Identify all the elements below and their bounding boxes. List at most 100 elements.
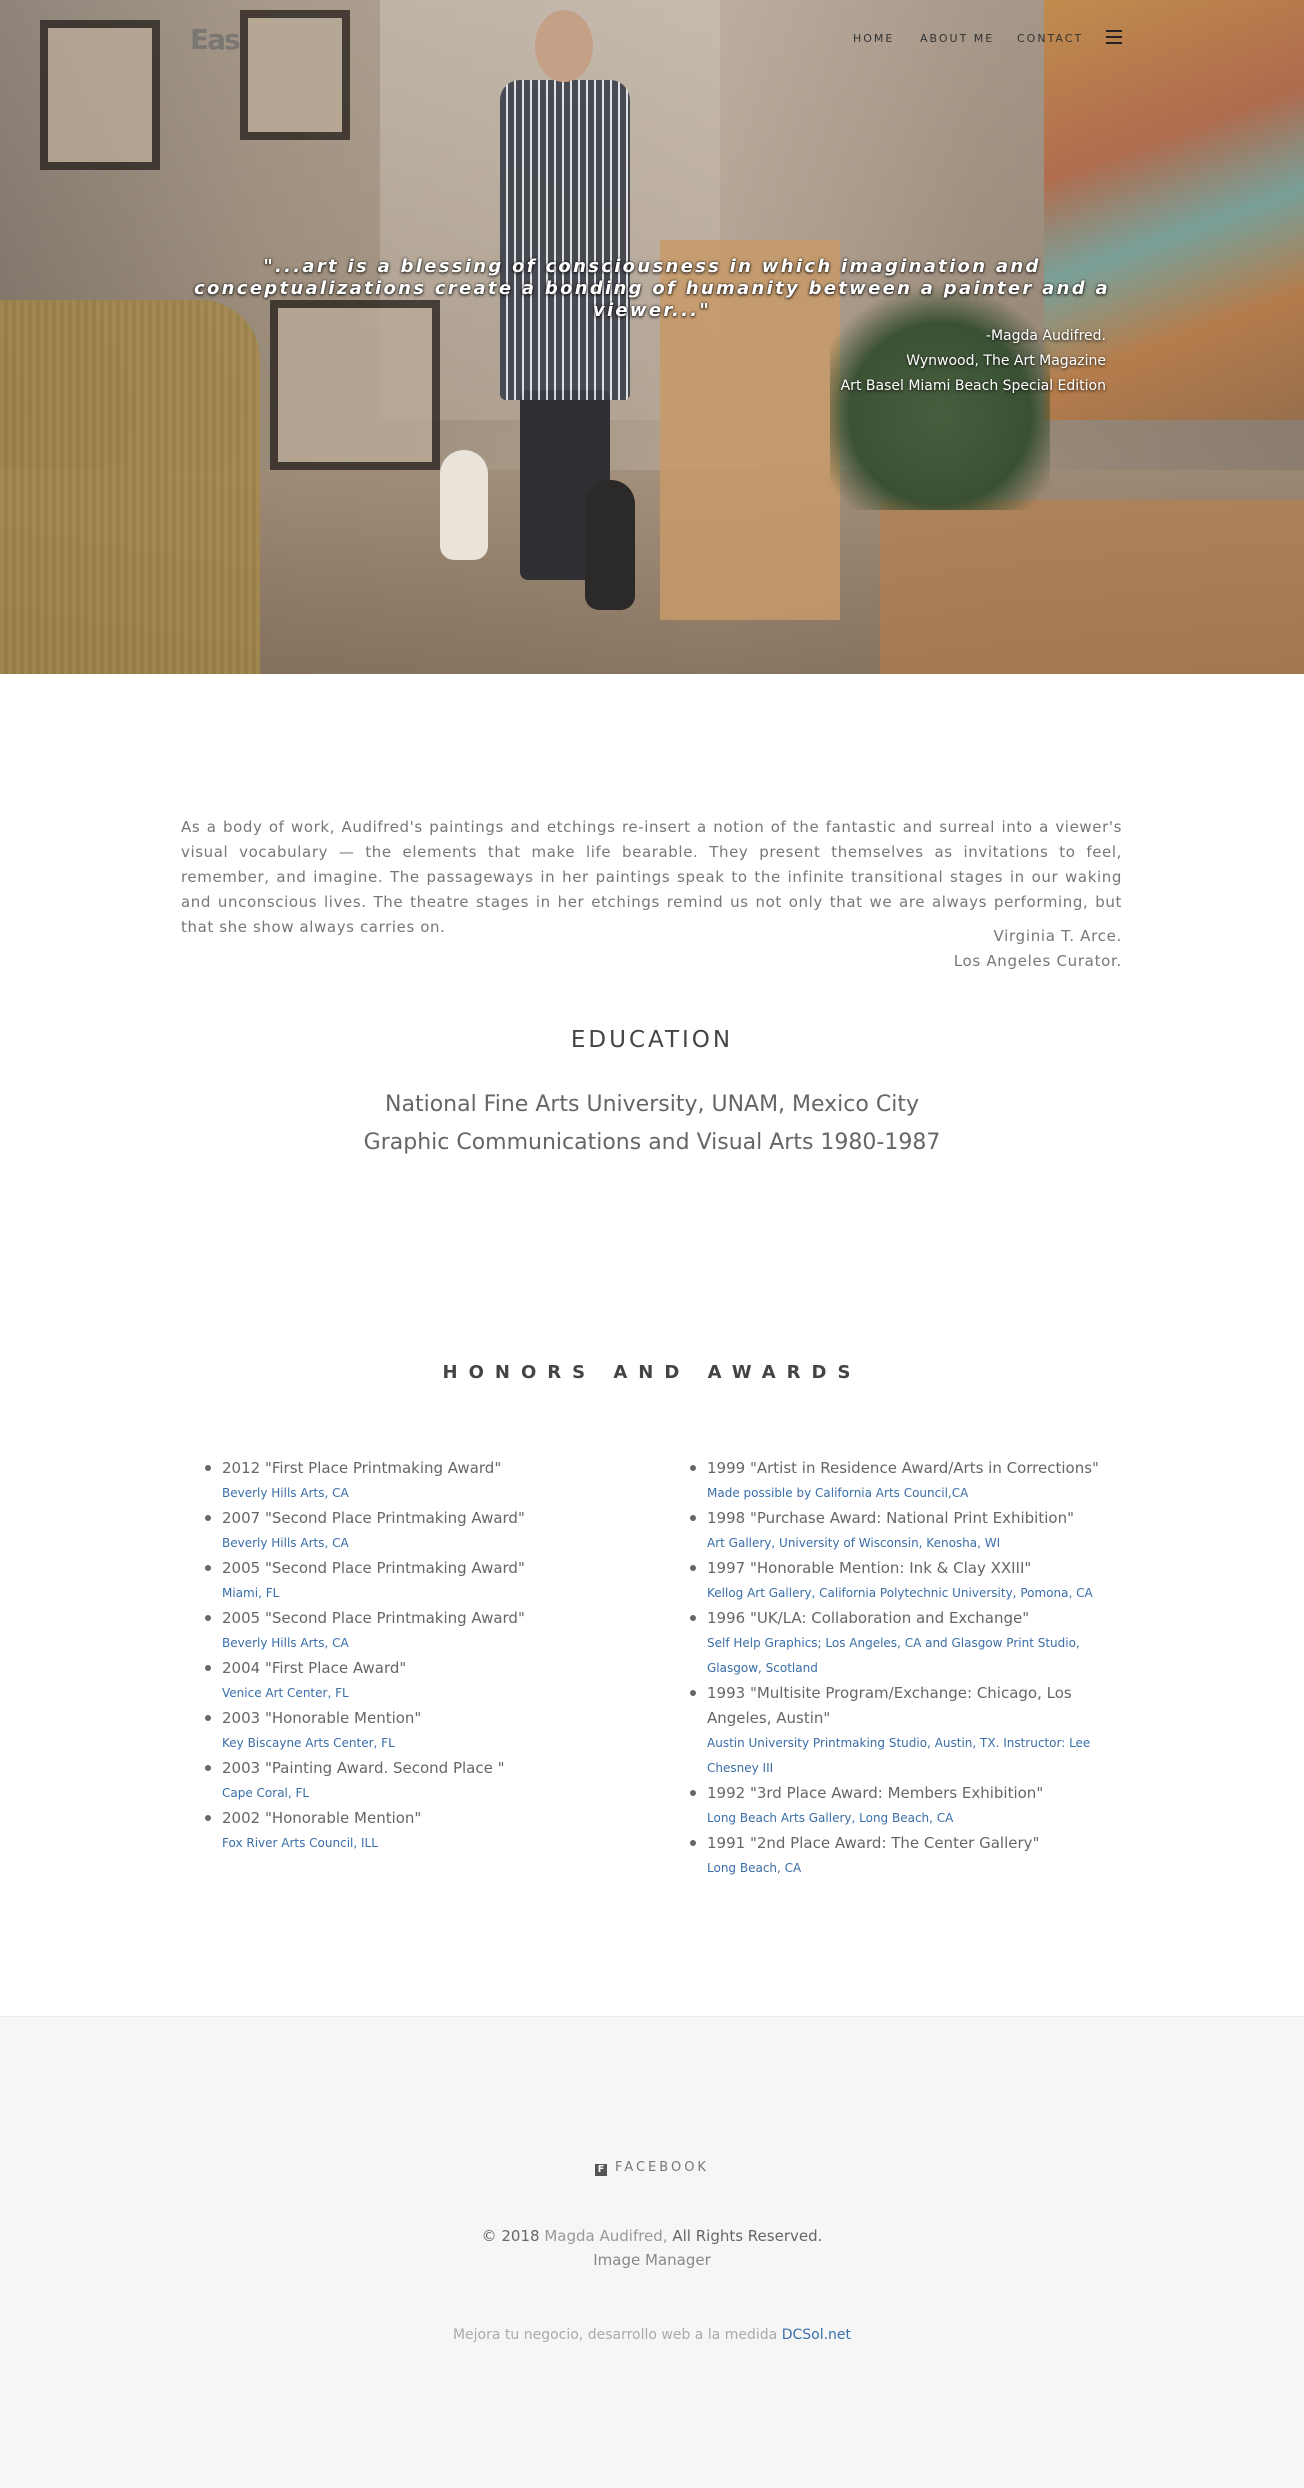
copyright-owner: Magda Audifred, bbox=[544, 2227, 668, 2245]
award-title: 2005 "Second Place Printmaking Award" bbox=[222, 1609, 525, 1627]
award-place: Long Beach Arts Gallery, Long Beach, CA bbox=[707, 1811, 954, 1825]
bullet-icon bbox=[690, 1690, 696, 1696]
hero-quote: "...art is a blessing of consciousness i… bbox=[194, 256, 1110, 321]
bullet-icon bbox=[205, 1715, 211, 1721]
education-school: National Fine Arts University, UNAM, Mex… bbox=[385, 1092, 919, 1117]
award-place: Miami, FL bbox=[222, 1586, 280, 1600]
image-manager-link[interactable]: Image Manager bbox=[0, 2248, 1304, 2273]
hero-quote-attribution: -Magda Audifred. Wynwood, The Art Magazi… bbox=[841, 324, 1106, 399]
facebook-label: FACEBOOK bbox=[615, 2160, 709, 2175]
award-title: 1996 "UK/LA: Collaboration and Exchange" bbox=[707, 1609, 1030, 1627]
facebook-icon: f bbox=[595, 2164, 608, 2176]
nav-home[interactable]: HOME bbox=[853, 32, 894, 45]
award-item: 2007 "Second Place Printmaking Award" Bev… bbox=[205, 1506, 642, 1556]
bullet-icon bbox=[205, 1665, 211, 1671]
quote-source: Wynwood, The Art Magazine bbox=[906, 353, 1106, 369]
award-place: Beverly Hills Arts, CA bbox=[222, 1636, 349, 1650]
hero-photo-frame bbox=[270, 300, 440, 470]
award-item: 1997 "Honorable Mention: Ink & Clay XXII… bbox=[690, 1556, 1127, 1606]
award-place: Self Help Graphics; Los Angeles, CA and … bbox=[707, 1636, 1080, 1675]
award-place: Cape Coral, FL bbox=[222, 1786, 310, 1800]
bullet-icon bbox=[690, 1515, 696, 1521]
bullet-icon bbox=[690, 1615, 696, 1621]
award-item: 2004 "First Place Award" Venice Art Cente… bbox=[205, 1656, 642, 1706]
award-title: 2012 "First Place Printmaking Award" bbox=[222, 1459, 502, 1477]
award-title: 1997 "Honorable Mention: Ink & Clay XXII… bbox=[707, 1559, 1032, 1577]
award-title: 2004 "First Place Award" bbox=[222, 1659, 407, 1677]
award-title: 1992 "3rd Place Award: Members Exhibitio… bbox=[707, 1784, 1044, 1802]
award-item: 1991 "2nd Place Award: The Center Galler… bbox=[690, 1831, 1127, 1881]
bullet-icon bbox=[205, 1515, 211, 1521]
award-place: Beverly Hills Arts, CA bbox=[222, 1486, 349, 1500]
hero-photo-chair bbox=[0, 300, 260, 674]
copyright-year: © 2018 bbox=[481, 2227, 540, 2245]
hero-banner bbox=[0, 0, 1304, 674]
hero-photo-shelf bbox=[880, 500, 1304, 674]
intro-paragraph: As a body of work, Audifred's paintings … bbox=[181, 818, 1122, 936]
award-place: Austin University Printmaking Studio, Au… bbox=[707, 1736, 1091, 1775]
award-item: 2005 "Second Place Printmaking Award" Bev… bbox=[205, 1606, 642, 1656]
bullet-icon bbox=[690, 1465, 696, 1471]
hero-photo-dog bbox=[585, 480, 635, 610]
award-title: 2005 "Second Place Printmaking Award" bbox=[222, 1559, 525, 1577]
site-logo[interactable]: Eas bbox=[190, 23, 241, 56]
copyright-rights: All Rights Reserved. bbox=[672, 2227, 823, 2245]
award-title: 1999 "Artist in Residence Award/Arts in … bbox=[707, 1459, 1099, 1477]
award-item: 1993 "Multisite Program/Exchange: Chicag… bbox=[690, 1681, 1127, 1781]
credit-link[interactable]: DCSol.net bbox=[782, 2327, 851, 2343]
honors-heading: HONORS AND AWARDS bbox=[442, 1362, 862, 1383]
hero-photo-dog bbox=[440, 450, 488, 560]
bullet-icon bbox=[205, 1465, 211, 1471]
award-item: 2003 "Honorable Mention" Key Biscayne Art… bbox=[205, 1706, 642, 1756]
bullet-icon bbox=[205, 1765, 211, 1771]
facebook-link[interactable]: f FACEBOOK bbox=[0, 2160, 1304, 2176]
nav-about-me[interactable]: ABOUT ME bbox=[920, 32, 994, 45]
award-place: Beverly Hills Arts, CA bbox=[222, 1536, 349, 1550]
award-place: Fox River Arts Council, ILL bbox=[222, 1836, 378, 1850]
award-place: Made possible by California Arts Council… bbox=[707, 1486, 969, 1500]
quote-edition: Art Basel Miami Beach Special Edition bbox=[840, 378, 1106, 394]
award-place: Art Gallery, University of Wisconsin, Ke… bbox=[707, 1536, 1001, 1550]
award-item: 1996 "UK/LA: Collaboration and Exchange"… bbox=[690, 1606, 1127, 1681]
award-place: Kellog Art Gallery, California Polytechn… bbox=[707, 1586, 1093, 1600]
bullet-icon bbox=[690, 1840, 696, 1846]
award-place: Venice Art Center, FL bbox=[222, 1686, 349, 1700]
nav-contact[interactable]: CONTACT bbox=[1017, 32, 1083, 45]
award-item: 2005 "Second Place Printmaking Award" Mia… bbox=[205, 1556, 642, 1606]
award-title: 2007 "Second Place Printmaking Award" bbox=[222, 1509, 525, 1527]
award-item: 2012 "First Place Printmaking Award" Beve… bbox=[205, 1456, 642, 1506]
copyright: © 2018 Magda Audifred, All Rights Reserv… bbox=[0, 2224, 1304, 2249]
award-title: 2003 "Painting Award. Second Place " bbox=[222, 1759, 505, 1777]
education-details: National Fine Arts University, UNAM, Mex… bbox=[0, 1086, 1304, 1162]
curator-title: Los Angeles Curator. bbox=[953, 952, 1122, 970]
bullet-icon bbox=[690, 1790, 696, 1796]
curator-name: Virginia T. Arce. bbox=[993, 927, 1122, 945]
hero-photo-frame bbox=[40, 20, 160, 170]
hero-photo-artist bbox=[500, 80, 630, 400]
hero-photo-frame bbox=[240, 10, 350, 140]
menu-icon[interactable] bbox=[1106, 30, 1122, 44]
award-item: 1992 "3rd Place Award: Members Exhibitio… bbox=[690, 1781, 1127, 1831]
developer-credit: Mejora tu negocio, desarrollo web a la m… bbox=[0, 2323, 1304, 2348]
education-heading: EDUCATION bbox=[570, 1027, 734, 1053]
bullet-icon bbox=[205, 1815, 211, 1821]
award-title: 2002 "Honorable Mention" bbox=[222, 1809, 422, 1827]
award-item: 1999 "Artist in Residence Award/Arts in … bbox=[690, 1456, 1127, 1506]
award-title: 1991 "2nd Place Award: The Center Galler… bbox=[707, 1834, 1040, 1852]
awards-list-left: 2012 "First Place Printmaking Award" Beve… bbox=[205, 1456, 642, 1856]
award-item: 2003 "Painting Award. Second Place " Cape… bbox=[205, 1756, 642, 1806]
bullet-icon bbox=[205, 1615, 211, 1621]
curator-signature: Virginia T. Arce. Los Angeles Curator. bbox=[954, 924, 1122, 974]
bullet-icon bbox=[205, 1565, 211, 1571]
hero-photo-artist-head bbox=[535, 10, 593, 82]
award-place: Key Biscayne Arts Center, FL bbox=[222, 1736, 395, 1750]
award-place: Long Beach, CA bbox=[707, 1861, 802, 1875]
award-item: 2002 "Honorable Mention" Fox River Arts C… bbox=[205, 1806, 642, 1856]
award-title: 1998 "Purchase Award: National Print Exh… bbox=[707, 1509, 1074, 1527]
credit-text: Mejora tu negocio, desarrollo web a la m… bbox=[452, 2327, 778, 2343]
education-degree: Graphic Communications and Visual Arts 1… bbox=[363, 1130, 941, 1155]
quote-author: -Magda Audifred. bbox=[985, 328, 1106, 344]
awards-list-right: 1999 "Artist in Residence Award/Arts in … bbox=[690, 1456, 1127, 1881]
award-title: 2003 "Honorable Mention" bbox=[222, 1709, 422, 1727]
award-title: 1993 "Multisite Program/Exchange: Chicag… bbox=[707, 1684, 1072, 1727]
